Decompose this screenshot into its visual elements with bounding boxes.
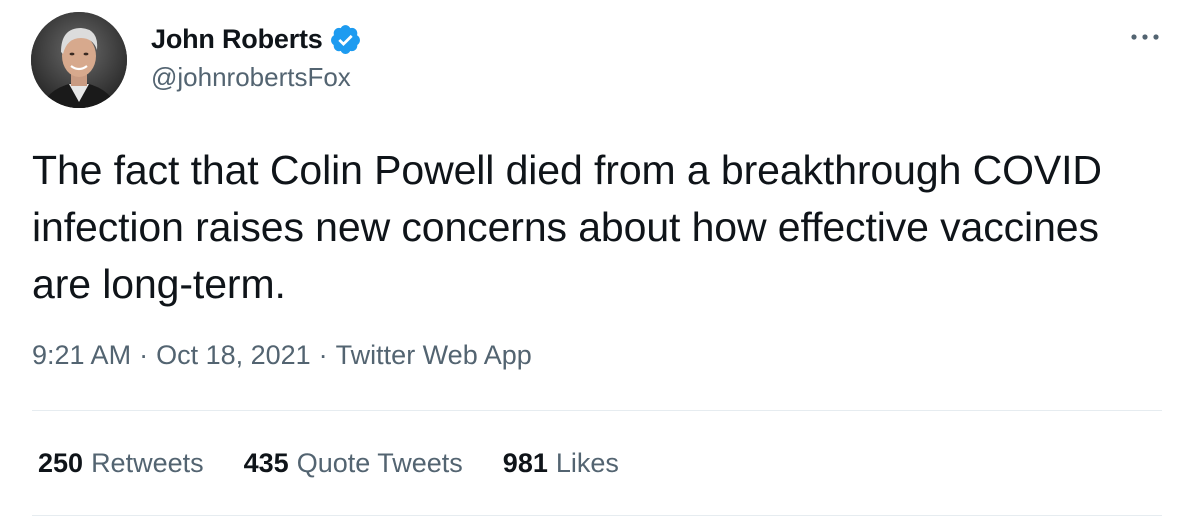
avatar-photo-icon	[31, 12, 127, 108]
tweet-card: John Roberts @johnrobertsFox The fact th…	[0, 0, 1190, 520]
tweet-source[interactable]: Twitter Web App	[336, 340, 532, 371]
verified-badge-icon	[329, 23, 362, 56]
retweets-stat[interactable]: 250 Retweets	[38, 448, 204, 479]
tweet-metadata: 9:21 AM · Oct 18, 2021 · Twitter Web App	[32, 340, 532, 371]
quote-tweets-stat[interactable]: 435 Quote Tweets	[244, 448, 463, 479]
likes-stat[interactable]: 981 Likes	[503, 448, 619, 479]
author-handle[interactable]: @johnrobertsFox	[151, 62, 351, 93]
meta-separator: ·	[318, 340, 328, 370]
divider	[32, 515, 1162, 516]
retweets-count: 250	[38, 448, 84, 478]
tweet-stats: 250 Retweets 435 Quote Tweets 981 Likes	[38, 448, 659, 479]
author-name-row: John Roberts	[151, 20, 362, 58]
quote-tweets-count: 435	[243, 448, 289, 478]
meta-separator: ·	[139, 340, 149, 370]
tweet-date[interactable]: Oct 18, 2021	[156, 340, 311, 371]
tweet-time[interactable]: 9:21 AM	[32, 340, 131, 371]
tweet-text: The fact that Colin Powell died from a b…	[32, 147, 1102, 307]
divider	[32, 410, 1162, 411]
more-options-icon[interactable]	[1125, 22, 1165, 52]
avatar[interactable]	[31, 12, 127, 108]
likes-label: Likes	[555, 448, 619, 478]
retweets-label: Retweets	[91, 448, 204, 478]
quote-tweets-label: Quote Tweets	[296, 448, 463, 478]
likes-count: 981	[502, 448, 548, 478]
author-display-name[interactable]: John Roberts	[151, 24, 323, 55]
